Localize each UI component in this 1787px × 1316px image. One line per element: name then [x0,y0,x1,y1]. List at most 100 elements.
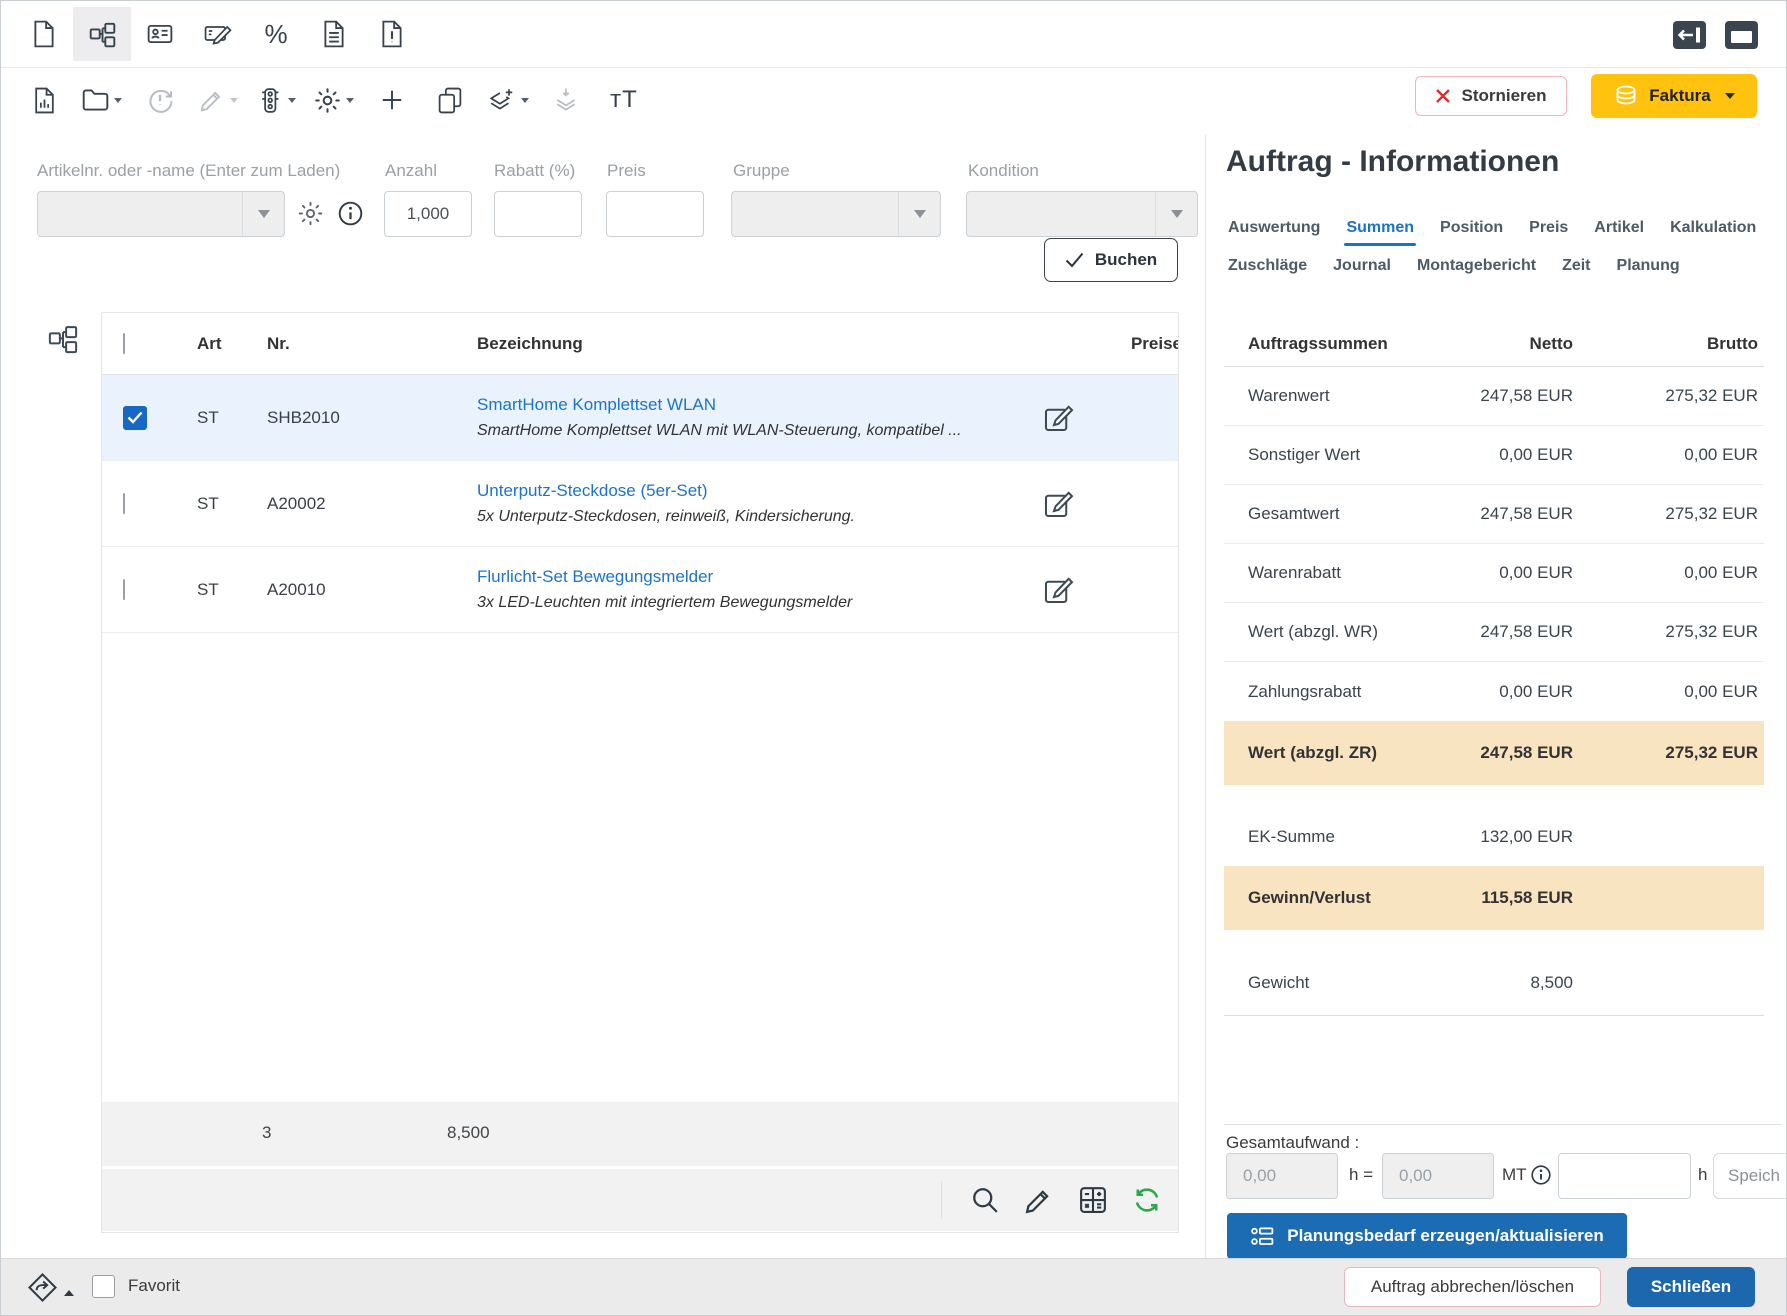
coins-icon [1613,84,1639,108]
tab-montagebericht[interactable]: Montagebericht [1417,257,1536,275]
folder-icon[interactable] [73,73,131,127]
row-checkbox[interactable] [123,579,125,600]
favorit-label: Favorit [128,1276,180,1296]
summary-col-label: Auftragssummen [1224,334,1403,354]
chevron-down-icon [521,98,529,103]
summary-netto: 247,58 EUR [1403,504,1573,524]
mt-label: MT [1502,1165,1527,1185]
planungsbedarf-button[interactable]: Planungsbedarf erzeugen/aktualisieren [1227,1213,1627,1259]
auftrag-abbrechen-button[interactable]: Auftrag abbrechen/löschen [1344,1267,1601,1307]
item-title-link[interactable]: SmartHome Komplettset WLAN [477,395,1028,415]
edit-pencil-icon[interactable] [1024,1185,1054,1215]
app-window: % [0,0,1787,1316]
gruppe-combobox[interactable] [731,191,941,237]
aufwand-mt-input[interactable] [1558,1153,1691,1199]
anzahl-input[interactable]: 1,000 [384,191,472,237]
shortcut-diamond-icon[interactable] [27,1272,74,1303]
document-alert-icon[interactable] [363,7,421,61]
tab-preis[interactable]: Preis [1529,219,1568,237]
summary-row: Warenrabatt 0,00 EUR 0,00 EUR [1224,544,1764,603]
document-lines-icon[interactable] [305,7,363,61]
row-checkbox[interactable] [123,493,125,514]
check-edit-icon[interactable] [189,7,247,61]
tab-artikel[interactable]: Artikel [1594,219,1644,237]
gewinn-verlust-row: Gewinn/Verlust 115,58 EUR [1224,866,1764,930]
preis-input[interactable] [606,191,704,237]
table-row[interactable]: ST SHB2010 SmartHome Komplettset WLAN Sm… [102,375,1178,461]
chevron-down-icon [230,98,238,103]
window-panel-icon[interactable] [1725,21,1758,54]
select-all-checkbox[interactable] [123,333,125,354]
tab-position[interactable]: Position [1440,219,1503,237]
tab-summen[interactable]: Summen [1346,219,1414,237]
equals-label: h = [1349,1165,1373,1185]
summary-netto: 0,00 EUR [1403,682,1573,702]
copy-icon[interactable] [421,73,479,127]
save-button[interactable]: Speich [1713,1153,1787,1199]
item-title-link[interactable]: Flurlicht-Set Bewegungsmelder [477,567,1028,587]
combobox-caret[interactable] [242,192,284,236]
search-icon[interactable] [970,1185,1000,1215]
summary-netto: 247,58 EUR [1403,622,1573,642]
combobox-caret[interactable] [1155,192,1197,236]
summary-row-highlighted: Wert (abzgl. ZR) 247,58 EUR 275,32 EUR [1224,721,1764,785]
table-row[interactable]: ST A20010 Flurlicht-Set Bewegungsmelder … [102,547,1178,633]
gewicht-row: Gewicht 8,500 [1224,950,1764,1016]
kondition-combobox[interactable] [966,191,1198,237]
summary-label: Wert (abzgl. ZR) [1224,743,1403,763]
col-bezeichnung: Bezeichnung [457,334,1178,354]
contact-card-icon[interactable] [131,7,189,61]
table-footer: 3 8,500 [102,1102,1178,1166]
blank-document-icon[interactable] [15,7,73,61]
row-nr: SHB2010 [247,408,457,428]
tab-zeit[interactable]: Zeit [1562,257,1590,275]
row-checkbox[interactable] [123,406,147,430]
chevron-down-icon [346,98,354,103]
hierarchy-icon[interactable] [73,7,131,61]
combobox-caret[interactable] [898,192,940,236]
info-icon[interactable] [1530,1164,1552,1186]
add-icon[interactable] [363,73,421,127]
item-description: 5x Unterputz-Steckdosen, reinweiß, Kinde… [477,508,1028,526]
collapse-panel-icon[interactable] [1673,21,1706,54]
tab-zuschlaege[interactable]: Zuschläge [1228,257,1307,275]
position-tree-icon[interactable] [48,324,78,359]
tab-planung[interactable]: Planung [1617,257,1680,275]
layers-plus-icon[interactable] [479,73,537,127]
edit-item-icon[interactable] [1028,402,1088,433]
gear-icon[interactable] [297,200,324,227]
gear-dropdown-icon[interactable] [305,73,363,127]
item-title-link[interactable]: Unterputz-Steckdose (5er-Set) [477,481,1028,501]
artikel-combobox[interactable] [37,191,285,237]
schliessen-button[interactable]: Schließen [1627,1267,1755,1307]
buchen-label: Buchen [1095,250,1157,270]
info-icon[interactable] [337,200,364,227]
summary-label: Warenwert [1224,386,1403,406]
tab-kalkulation[interactable]: Kalkulation [1670,219,1756,237]
summary-brutto: 0,00 EUR [1573,445,1758,465]
favorit-checkbox[interactable] [92,1275,115,1298]
refresh-icon[interactable] [1132,1185,1162,1215]
chevron-down-icon [1725,93,1735,99]
buchen-button[interactable]: Buchen [1044,238,1178,282]
traffic-light-icon[interactable] [247,73,305,127]
faktura-button[interactable]: Faktura [1591,74,1757,118]
row-art: ST [177,580,247,600]
chart-document-icon[interactable] [15,73,73,127]
tab-auswertung[interactable]: Auswertung [1228,219,1320,237]
tab-journal[interactable]: Journal [1333,257,1391,275]
stornieren-button[interactable]: Stornieren [1415,76,1567,116]
row-nr: A20002 [247,494,457,514]
table-row[interactable]: ST A20002 Unterputz-Steckdose (5er-Set) … [102,461,1178,547]
rabatt-input[interactable] [494,191,582,237]
edit-item-icon[interactable] [1028,574,1088,605]
summary-label: Sonstiger Wert [1224,445,1403,465]
refresh-alert-icon [131,73,189,127]
anzahl-label: Anzahl [385,161,437,181]
summary-brutto: 0,00 EUR [1573,563,1758,583]
text-size-icon[interactable]: ᴛT [595,73,653,127]
summary-row: Warenwert 247,58 EUR 275,32 EUR [1224,367,1764,426]
percent-icon[interactable]: % [247,7,305,61]
calculator-icon[interactable] [1078,1185,1108,1215]
edit-item-icon[interactable] [1028,488,1088,519]
